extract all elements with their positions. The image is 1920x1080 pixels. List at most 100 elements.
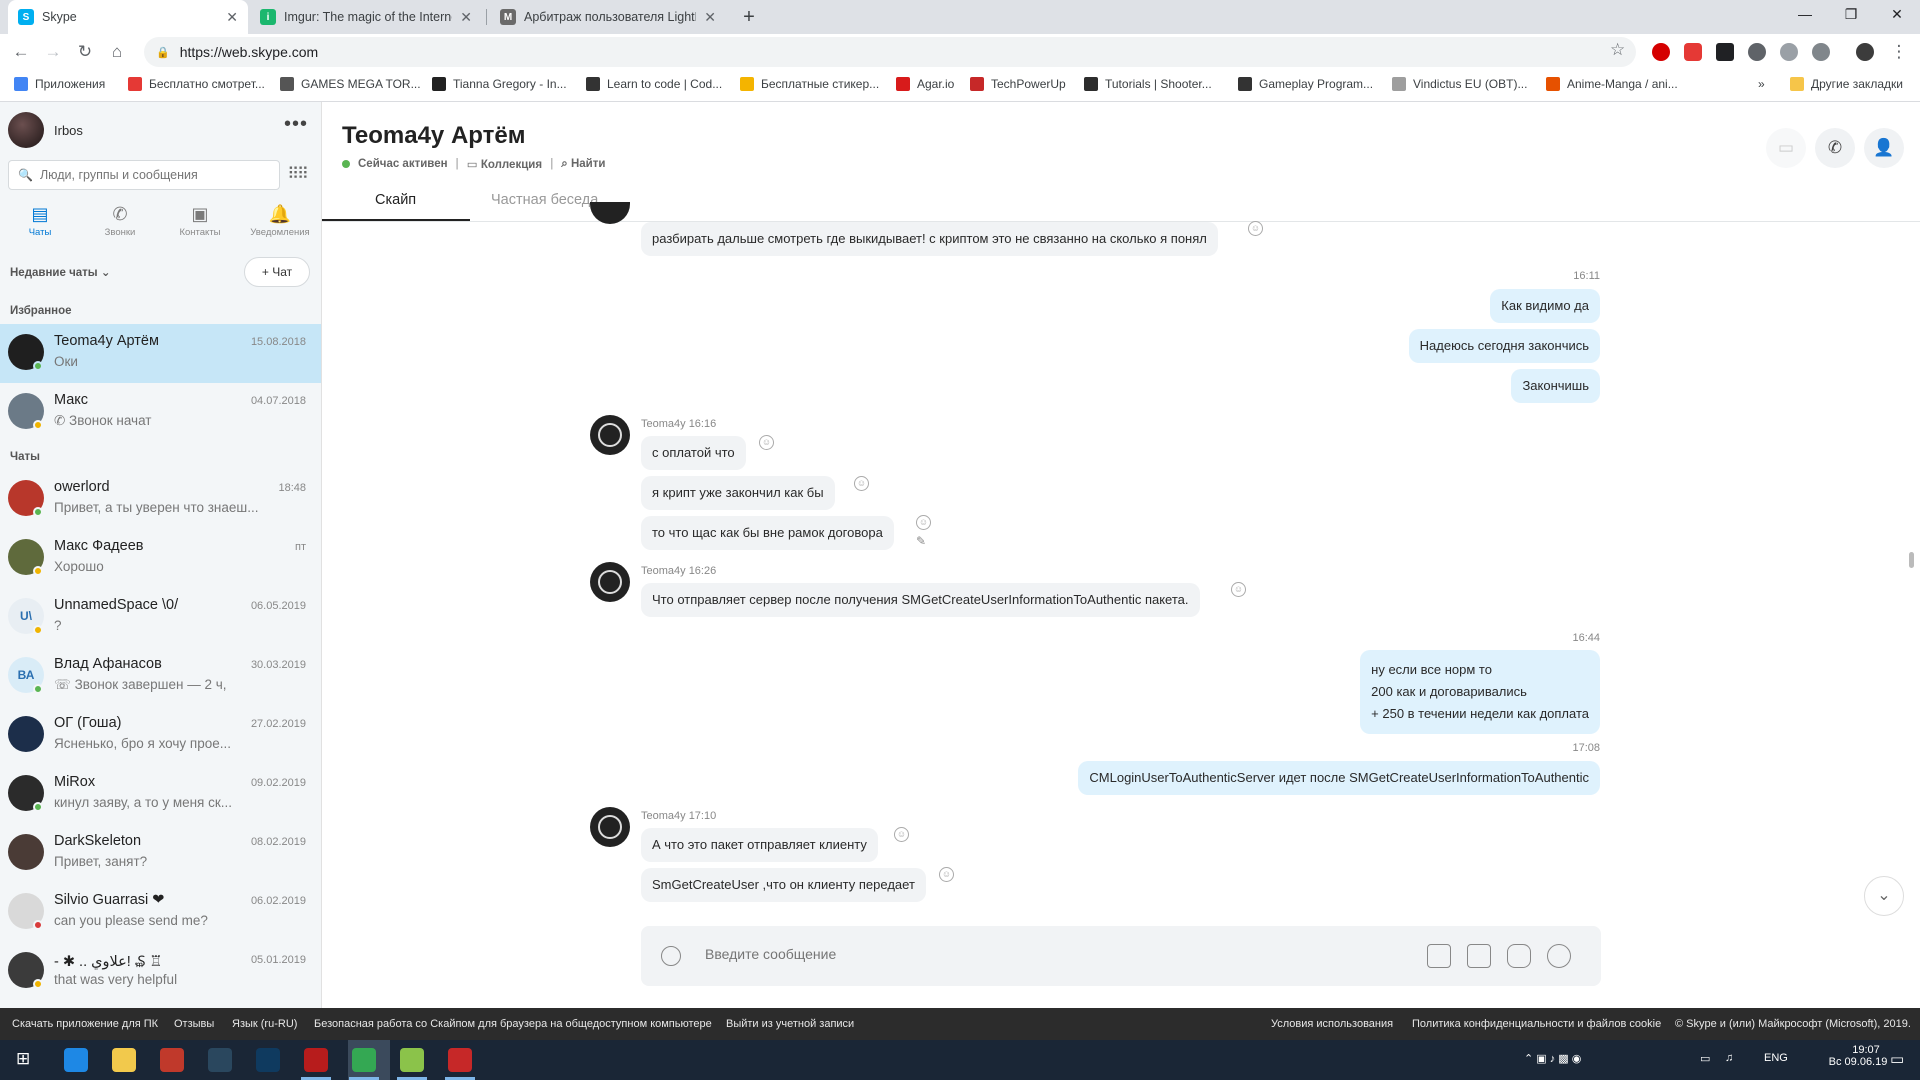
- address-bar[interactable]: 🔒 https://web.skype.com: [144, 37, 1636, 67]
- dialpad-icon[interactable]: ⠿⠿: [282, 160, 312, 190]
- add-reaction-icon[interactable]: ☺: [854, 476, 869, 491]
- footer-link[interactable]: © Skype и (или) Майкрософт (Microsoft), …: [1675, 1018, 1911, 1030]
- forward-arrow-icon[interactable]: →: [42, 41, 64, 63]
- sender-avatar[interactable]: [590, 562, 630, 602]
- add-reaction-icon[interactable]: ☺: [916, 515, 931, 530]
- close-icon[interactable]: ✕: [704, 9, 716, 26]
- footer-link[interactable]: Выйти из учетной записи: [726, 1018, 854, 1030]
- bookmark-item[interactable]: Приложения: [14, 77, 105, 91]
- add-reaction-icon[interactable]: ☺: [939, 867, 954, 882]
- opera-ext-icon[interactable]: [1652, 43, 1670, 61]
- bookmark-item[interactable]: Бесплатные стикер...: [740, 77, 879, 91]
- message-bubble-outgoing[interactable]: Как видимо да: [1490, 289, 1600, 323]
- message-bubble-incoming[interactable]: с оплатой что: [641, 436, 746, 470]
- footer-link[interactable]: Отзывы: [174, 1018, 214, 1030]
- adblock-ext-icon[interactable]: [1684, 43, 1702, 61]
- more-options-icon[interactable]: •••: [284, 113, 308, 136]
- home-icon[interactable]: ⌂: [106, 41, 128, 63]
- message-bubble-outgoing[interactable]: Надеюсь сегодня закончись: [1408, 329, 1600, 363]
- schedule-call-icon[interactable]: [1507, 944, 1531, 968]
- bookmark-item[interactable]: Vindictus EU (OBT)...: [1392, 77, 1527, 91]
- chat-list-item[interactable]: Silvio Guarrasi ❤ can you please send me?…: [0, 883, 321, 942]
- jetbrains-taskbar-icon[interactable]: [448, 1048, 472, 1072]
- video-call-button[interactable]: ▭: [1766, 128, 1806, 168]
- windows-start-icon[interactable]: ⊞: [16, 1049, 30, 1069]
- chat-list-item[interactable]: ОГ (Гоша) Ясненько, бро я хочу прое... 27.…: [0, 706, 321, 765]
- explorer-taskbar-icon[interactable]: [112, 1048, 136, 1072]
- contact-card-icon[interactable]: [1467, 944, 1491, 968]
- footer-link[interactable]: Скачать приложение для ПК: [12, 1018, 158, 1030]
- minimize-button[interactable]: —: [1782, 0, 1828, 30]
- volume-icon[interactable]: ♫: [1725, 1052, 1733, 1064]
- restore-button[interactable]: ❐: [1828, 0, 1874, 30]
- audio-call-button[interactable]: ✆: [1815, 128, 1855, 168]
- sender-avatar[interactable]: [590, 807, 630, 847]
- tab-skype-chat[interactable]: Скайп: [375, 192, 416, 208]
- add-reaction-icon[interactable]: ☺: [1248, 221, 1263, 236]
- footer-link[interactable]: Язык (ru-RU): [232, 1018, 297, 1030]
- message-bubble-incoming[interactable]: то что щас как бы вне рамок договора: [641, 516, 894, 550]
- poll-icon[interactable]: [1547, 944, 1571, 968]
- close-icon[interactable]: ✕: [460, 9, 472, 26]
- chat-list-item[interactable]: - ✱ .. علاوي! ₷ ♖ that was very helpful 05…: [0, 942, 321, 1001]
- language-indicator[interactable]: ENG: [1764, 1052, 1788, 1064]
- bookmark-item[interactable]: Learn to code | Cod...: [586, 77, 722, 91]
- chat-list-item[interactable]: Макс Фадеев Хорошо пт: [0, 529, 321, 588]
- footer-link[interactable]: Политика конфиденциальности и файлов coo…: [1412, 1018, 1661, 1030]
- network-icon[interactable]: ▭: [1700, 1052, 1710, 1065]
- chat-list-item[interactable]: Teoma4y Артём Оки 15.08.2018: [0, 324, 321, 383]
- new-tab-button[interactable]: +: [737, 5, 761, 29]
- tab-imgur[interactable]: i Imgur: The magic of the Internet ✕: [250, 0, 482, 34]
- nav-tab-calls[interactable]: ✆ Звонки: [80, 202, 160, 250]
- profile-avatar-icon[interactable]: [1856, 43, 1874, 61]
- extension-icon[interactable]: [1748, 43, 1766, 61]
- other-bookmarks-folder[interactable]: Другие закладки: [1790, 77, 1903, 91]
- window-close-button[interactable]: ✕: [1874, 0, 1920, 30]
- message-input[interactable]: [705, 946, 1405, 962]
- message-bubble-outgoing[interactable]: ну если все норм то 200 как и договарива…: [1360, 650, 1600, 734]
- message-scrollbar[interactable]: [1909, 552, 1914, 568]
- add-reaction-icon[interactable]: ☺: [894, 827, 909, 842]
- action-center-icon[interactable]: ▭: [1890, 1050, 1904, 1068]
- chat-list-item[interactable]: Макс ✆ Звонок начат 04.07.2018: [0, 383, 321, 442]
- outlook-like-taskbar-icon[interactable]: [160, 1048, 184, 1072]
- chrome-taskbar-icon[interactable]: [352, 1048, 376, 1072]
- chat-list-item[interactable]: DarkSkeleton Привет, занят? 08.02.2019: [0, 824, 321, 883]
- search-input[interactable]: [39, 168, 260, 182]
- globe-ext-icon[interactable]: [1780, 43, 1798, 61]
- find-link[interactable]: ⌕ Найти: [561, 158, 605, 171]
- tab-skype[interactable]: S Skype ✕: [8, 0, 248, 34]
- reload-icon[interactable]: ↻: [74, 41, 96, 63]
- footer-link[interactable]: Условия использования: [1271, 1018, 1393, 1030]
- app-dark-taskbar-icon[interactable]: [256, 1048, 280, 1072]
- footer-link[interactable]: Безопасная работа со Скайпом для браузер…: [314, 1018, 712, 1030]
- chat-list-item[interactable]: MiRox кинул заяву, а то у меня ск... 09.02…: [0, 765, 321, 824]
- extension-icon[interactable]: [1716, 43, 1734, 61]
- new-chat-button[interactable]: + Чат: [244, 257, 310, 287]
- add-reaction-icon[interactable]: ☺: [759, 435, 774, 450]
- message-bubble-incoming[interactable]: я крипт уже закончил как бы: [641, 476, 835, 510]
- message-bubble-incoming[interactable]: SmGetCreateUser ,что он клиенту передает: [641, 868, 926, 902]
- bookmark-star-icon[interactable]: ☆: [1610, 40, 1625, 60]
- message-bubble-outgoing[interactable]: Закончишь: [1511, 369, 1600, 403]
- sender-avatar[interactable]: [590, 415, 630, 455]
- recent-chats-filter[interactable]: Недавние чаты ⌄: [10, 265, 110, 279]
- tab-arbitrage[interactable]: M Арбитраж пользователя LightF ✕: [490, 0, 726, 34]
- bookmark-item[interactable]: GAMES MEGA TOR...: [280, 77, 421, 91]
- bookmark-item[interactable]: Бесплатно смотрет...: [128, 77, 265, 91]
- scroll-to-bottom-button[interactable]: ⌄: [1864, 876, 1904, 916]
- nav-tab-chats[interactable]: ▤ Чаты: [0, 202, 80, 250]
- bookmarks-overflow-button[interactable]: »: [1758, 77, 1765, 91]
- message-bubble-outgoing[interactable]: CMLoginUserToAuthenticServer идет после …: [1078, 761, 1600, 795]
- search-box[interactable]: 🔍: [8, 160, 280, 190]
- clock[interactable]: 19:07 Вс 09.06.19: [1829, 1044, 1896, 1068]
- chat-list-item[interactable]: U\ UnnamedSpace \0/? 06.05.2019: [0, 588, 321, 647]
- collection-link[interactable]: ▭ Коллекция: [467, 157, 542, 171]
- emoji-picker-icon[interactable]: [661, 946, 681, 966]
- notepad-taskbar-icon[interactable]: [400, 1048, 424, 1072]
- edge-taskbar-icon[interactable]: [64, 1048, 88, 1072]
- message-bubble-incoming[interactable]: разбирать дальше смотреть где выкидывает…: [641, 222, 1218, 256]
- bookmark-item[interactable]: Anime-Manga / ani...: [1546, 77, 1678, 91]
- bookmark-item[interactable]: Tianna Gregory - In...: [432, 77, 567, 91]
- bookmark-item[interactable]: Agar.io: [896, 77, 954, 91]
